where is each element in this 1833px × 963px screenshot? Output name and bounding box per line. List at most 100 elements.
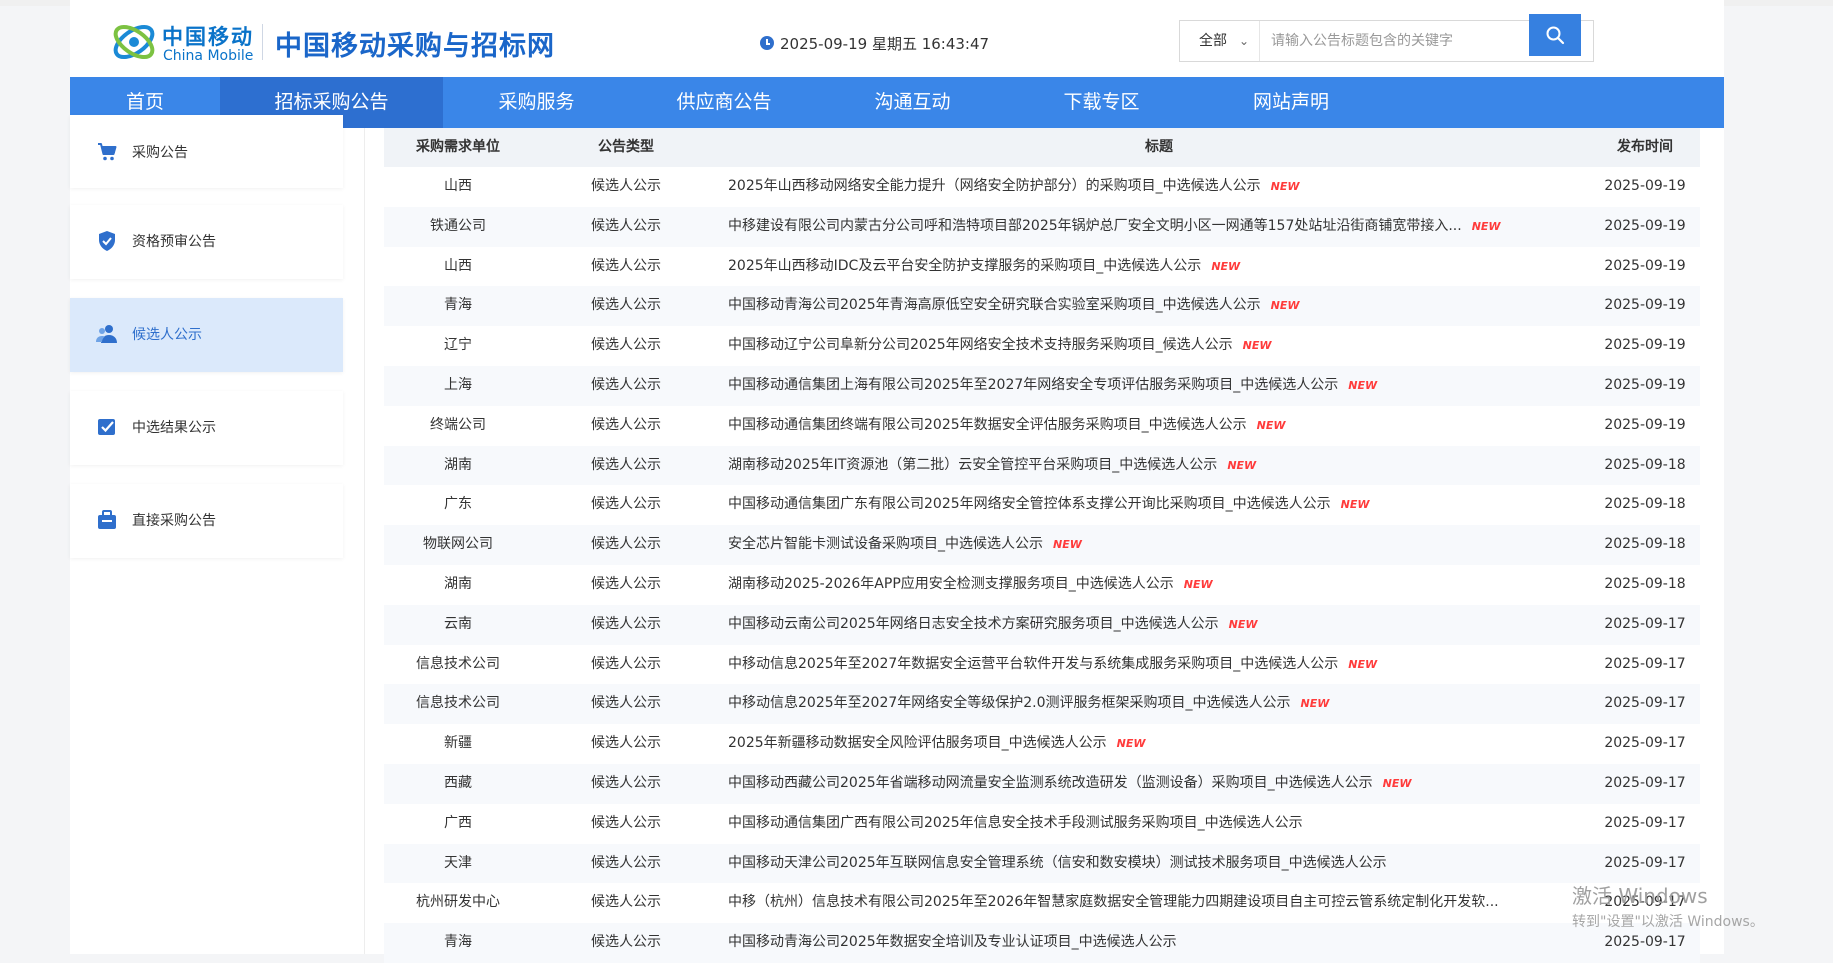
table-row[interactable]: 湖南 候选人公示 湖南移动2025年IT资源池（第二批）云安全管控平台采购项目_中选…	[384, 445, 1700, 486]
table-row[interactable]: 湖南 候选人公示 湖南移动2025-2026年APP应用安全检测支撑服务项目_中选候…	[384, 565, 1700, 605]
new-badge: NEW	[1382, 776, 1412, 790]
cell-date: 2025-09-17	[1604, 854, 1686, 871]
table-row[interactable]: 铁通公司 候选人公示 中移建设有限公司内蒙古分公司呼和浩特项目部2025年锅炉总厂安…	[384, 206, 1700, 247]
announcement-title-link[interactable]: 湖南移动2025年IT资源池（第二批）云安全管控平台采购项目_中选候选人公示	[728, 446, 1217, 486]
cell-date: 2025-09-17	[1604, 814, 1686, 831]
table-row[interactable]: 广西 候选人公示 中国移动通信集团广西有限公司2025年信息安全技术手段测试服务采购…	[384, 804, 1700, 844]
announcement-title-link[interactable]: 2025年新疆移动数据安全风险评估服务项目_中选候选人公示	[728, 724, 1107, 764]
sidebar-item-label: 直接采购公告	[132, 513, 216, 529]
sidebar-item-prequalification[interactable]: 资格预审公告	[70, 205, 343, 279]
announcement-title-link[interactable]: 中国移动通信集团广东有限公司2025年网络安全管控体系支撑公开询比采购项目_中选…	[728, 485, 1331, 525]
sidebar-item-purchase-announcement[interactable]: 采购公告	[70, 115, 343, 188]
cell-type: 候选人公示	[591, 416, 661, 433]
cell-title[interactable]: 2025年新疆移动数据安全风险评估服务项目_中选候选人公示 NEW	[728, 724, 1590, 764]
cell-title[interactable]: 中移动信息2025年至2027年网络安全等级保护2.0测评服务框架采购项目_中选…	[728, 684, 1590, 724]
cell-type: 候选人公示	[591, 575, 661, 592]
table-row[interactable]: 新疆 候选人公示 2025年新疆移动数据安全风险评估服务项目_中选候选人公示 NEW 2…	[384, 724, 1700, 764]
cell-type: 候选人公示	[591, 695, 661, 712]
logo-text-en: China Mobile	[163, 48, 254, 64]
announcement-title-link[interactable]: 中国移动通信集团广西有限公司2025年信息安全技术手段测试服务采购项目_中选候选…	[728, 804, 1303, 844]
search-scope-select[interactable]: 全部 ⌄	[1180, 21, 1260, 61]
site-header: 中国移动 China Mobile 中国移动采购与招标网 2025-09-19 …	[70, 6, 1724, 77]
cell-title[interactable]: 中移（杭州）信息技术有限公司2025年至2026年智慧家庭数据安全管理能力四期建…	[728, 883, 1590, 923]
announcement-title-link[interactable]: 中国移动辽宁公司阜新分公司2025年网络安全技术支持服务采购项目_候选人公示	[728, 326, 1233, 366]
cell-title[interactable]: 中国移动通信集团广东有限公司2025年网络安全管控体系支撑公开询比采购项目_中选…	[728, 485, 1590, 525]
search-button[interactable]	[1529, 14, 1581, 56]
announcement-title-link[interactable]: 安全芯片智能卡测试设备采购项目_中选候选人公示	[728, 525, 1043, 565]
cell-title[interactable]: 2025年山西移动IDC及云平台安全防护支撑服务的采购项目_中选候选人公示 NEW	[728, 247, 1590, 287]
nav-item-downloads[interactable]: 下载专区	[1007, 77, 1196, 128]
new-badge: NEW	[1116, 737, 1146, 751]
table-row[interactable]: 信息技术公司 候选人公示 中移动信息2025年至2027年网络安全等级保护2.0测评…	[384, 684, 1700, 725]
cell-unit: 云南	[444, 615, 472, 632]
cell-title[interactable]: 中国移动云南公司2025年网络日志安全技术方案研究服务项目_中选候选人公示 NEW	[728, 605, 1590, 645]
cell-unit: 信息技术公司	[416, 695, 500, 712]
table-row[interactable]: 物联网公司 候选人公示 安全芯片智能卡测试设备采购项目_中选候选人公示 NEW 2025…	[384, 525, 1700, 565]
table-row[interactable]: 终端公司 候选人公示 中国移动通信集团终端有限公司2025年数据安全评估服务采购项目…	[384, 406, 1700, 446]
column-header-date: 发布时间	[1617, 139, 1673, 155]
cell-title[interactable]: 湖南移动2025-2026年APP应用安全检测支撑服务项目_中选候选人公示 NEW	[728, 565, 1590, 605]
cell-title[interactable]: 中国移动西藏公司2025年省端移动网流量安全监测系统改造研发（监测设备）采购项目…	[728, 764, 1590, 804]
cell-title[interactable]: 中国移动青海公司2025年数据安全培训及专业认证项目_中选候选人公示	[728, 923, 1590, 963]
table-row[interactable]: 西藏 候选人公示 中国移动西藏公司2025年省端移动网流量安全监测系统改造研发（监测…	[384, 763, 1700, 804]
announcement-title-link[interactable]: 湖南移动2025-2026年APP应用安全检测支撑服务项目_中选候选人公示	[728, 565, 1174, 605]
table-row[interactable]: 杭州研发中心 候选人公示 中移（杭州）信息技术有限公司2025年至2026年智慧家庭…	[384, 883, 1700, 923]
table-row[interactable]: 天津 候选人公示 中国移动天津公司2025年互联网信息安全管理系统（信安和数安模块）…	[384, 843, 1700, 884]
site-title[interactable]: 中国移动采购与招标网	[275, 24, 555, 63]
cell-type: 候选人公示	[591, 257, 661, 274]
cell-title[interactable]: 中国移动辽宁公司阜新分公司2025年网络安全技术支持服务采购项目_候选人公示 NE…	[728, 326, 1590, 366]
table-row[interactable]: 信息技术公司 候选人公示 中移动信息2025年至2027年数据安全运营平台软件开发与…	[384, 645, 1700, 685]
announcement-title-link[interactable]: 2025年山西移动网络安全能力提升（网络安全防护部分）的采购项目_中选候选人公示	[728, 167, 1261, 207]
announcement-title-link[interactable]: 中国移动青海公司2025年青海高原低空安全研究联合实验室采购项目_中选候选人公示	[728, 286, 1261, 326]
checkbox-icon	[98, 419, 115, 435]
announcement-title-link[interactable]: 中国移动天津公司2025年互联网信息安全管理系统（信安和数安模块）测试技术服务项…	[728, 844, 1387, 884]
cell-date: 2025-09-19	[1604, 337, 1686, 354]
cell-unit: 杭州研发中心	[416, 894, 500, 911]
nav-item-supplier-announcements[interactable]: 供应商公告	[630, 77, 818, 128]
new-badge: NEW	[1211, 259, 1241, 273]
new-badge: NEW	[1227, 458, 1257, 472]
announcement-title-link[interactable]: 中国移动通信集团终端有限公司2025年数据安全评估服务采购项目_中选候选人公示	[728, 406, 1247, 446]
sidebar-item-selection-result[interactable]: 中选结果公示	[70, 391, 343, 465]
cell-title[interactable]: 2025年山西移动网络安全能力提升（网络安全防护部分）的采购项目_中选候选人公示…	[728, 167, 1590, 207]
announcement-title-link[interactable]: 中国移动青海公司2025年数据安全培训及专业认证项目_中选候选人公示	[728, 923, 1177, 963]
china-mobile-logo[interactable]: 中国移动 China Mobile	[110, 18, 254, 66]
sidebar-item-candidate-notice[interactable]: 候选人公示	[70, 298, 343, 372]
cell-unit: 湖南	[444, 575, 472, 592]
cell-title[interactable]: 中国移动青海公司2025年青海高原低空安全研究联合实验室采购项目_中选候选人公示…	[728, 286, 1590, 326]
column-header-unit: 采购需求单位	[416, 139, 500, 155]
announcement-title-link[interactable]: 中国移动云南公司2025年网络日志安全技术方案研究服务项目_中选候选人公示	[728, 605, 1219, 645]
announcement-title-link[interactable]: 中移动信息2025年至2027年数据安全运营平台软件开发与系统集成服务采购项目_…	[728, 645, 1338, 685]
table-row[interactable]: 青海 候选人公示 中国移动青海公司2025年数据安全培训及专业认证项目_中选候选人公…	[384, 923, 1700, 963]
table-row[interactable]: 云南 候选人公示 中国移动云南公司2025年网络日志安全技术方案研究服务项目_中选候…	[384, 604, 1700, 645]
cell-type: 候选人公示	[591, 376, 661, 393]
announcement-title-link[interactable]: 中国移动通信集团上海有限公司2025年至2027年网络安全专项评估服务采购项目_…	[728, 366, 1338, 406]
announcement-title-link[interactable]: 2025年山西移动IDC及云平台安全防护支撑服务的采购项目_中选候选人公示	[728, 247, 1201, 287]
table-row[interactable]: 山西 候选人公示 2025年山西移动网络安全能力提升（网络安全防护部分）的采购项目_…	[384, 167, 1700, 207]
cell-type: 候选人公示	[591, 774, 661, 791]
cell-title[interactable]: 湖南移动2025年IT资源池（第二批）云安全管控平台采购项目_中选候选人公示 NE…	[728, 446, 1590, 486]
cell-title[interactable]: 安全芯片智能卡测试设备采购项目_中选候选人公示 NEW	[728, 525, 1590, 565]
nav-item-site-statement[interactable]: 网站声明	[1196, 77, 1386, 128]
announcement-title-link[interactable]: 中国移动西藏公司2025年省端移动网流量安全监测系统改造研发（监测设备）采购项目…	[728, 764, 1373, 804]
briefcase-icon	[98, 510, 116, 529]
cell-title[interactable]: 中国移动通信集团广西有限公司2025年信息安全技术手段测试服务采购项目_中选候选…	[728, 804, 1590, 844]
cell-title[interactable]: 中移动信息2025年至2027年数据安全运营平台软件开发与系统集成服务采购项目_…	[728, 645, 1590, 685]
table-row[interactable]: 山西 候选人公示 2025年山西移动IDC及云平台安全防护支撑服务的采购项目_中选候…	[384, 247, 1700, 287]
table-row[interactable]: 广东 候选人公示 中国移动通信集团广东有限公司2025年网络安全管控体系支撑公开询比…	[384, 485, 1700, 525]
cell-title[interactable]: 中国移动通信集团终端有限公司2025年数据安全评估服务采购项目_中选候选人公示 N…	[728, 406, 1590, 446]
table-row[interactable]: 青海 候选人公示 中国移动青海公司2025年青海高原低空安全研究联合实验室采购项目_…	[384, 286, 1700, 327]
announcement-title-link[interactable]: 中移动信息2025年至2027年网络安全等级保护2.0测评服务框架采购项目_中选…	[728, 684, 1291, 724]
nav-item-procurement-services[interactable]: 采购服务	[443, 77, 630, 128]
announcement-title-link[interactable]: 中移（杭州）信息技术有限公司2025年至2026年智慧家庭数据安全管理能力四期建…	[728, 883, 1499, 923]
table-row[interactable]: 辽宁 候选人公示 中国移动辽宁公司阜新分公司2025年网络安全技术支持服务采购项目_…	[384, 326, 1700, 366]
sidebar-item-direct-purchase[interactable]: 直接采购公告	[70, 484, 343, 558]
nav-item-communication[interactable]: 沟通互动	[818, 77, 1007, 128]
announcement-title-link[interactable]: 中移建设有限公司内蒙古分公司呼和浩特项目部2025年锅炉总厂安全文明小区一网通等…	[728, 207, 1462, 247]
cell-type: 候选人公示	[591, 217, 661, 234]
table-row[interactable]: 上海 候选人公示 中国移动通信集团上海有限公司2025年至2027年网络安全专项评估…	[384, 365, 1700, 406]
cell-title[interactable]: 中移建设有限公司内蒙古分公司呼和浩特项目部2025年锅炉总厂安全文明小区一网通等…	[728, 207, 1590, 247]
cell-date: 2025-09-19	[1604, 297, 1686, 314]
cell-title[interactable]: 中国移动通信集团上海有限公司2025年至2027年网络安全专项评估服务采购项目_…	[728, 366, 1590, 406]
cell-title[interactable]: 中国移动天津公司2025年互联网信息安全管理系统（信安和数安模块）测试技术服务项…	[728, 844, 1590, 884]
